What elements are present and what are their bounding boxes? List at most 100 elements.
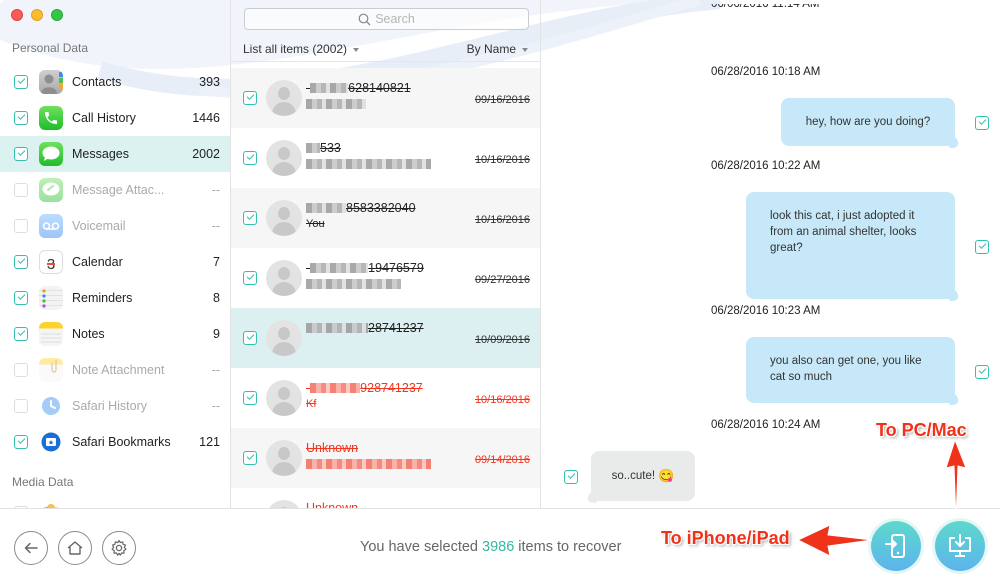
checkbox[interactable] bbox=[243, 271, 257, 285]
conversation-row[interactable]: Unknown bbox=[231, 488, 540, 509]
message-timestamp: 06/28/2016 10:18 AM bbox=[711, 66, 821, 78]
checkbox[interactable] bbox=[14, 399, 28, 413]
emoji-icon: 😋 bbox=[658, 468, 675, 483]
chevron-down-icon bbox=[353, 47, 360, 52]
annotation-to-computer: To PC/Mac bbox=[876, 420, 967, 440]
checkbox[interactable] bbox=[243, 331, 257, 345]
sidebar-item-calendar[interactable]: 3 Calendar 7 bbox=[0, 244, 230, 280]
conversation-row[interactable]: -928741237 Kf 10/16/2016 bbox=[231, 368, 540, 428]
app-window: Personal Data Contacts 393 Call History … bbox=[0, 0, 1000, 580]
preview-text: You bbox=[306, 218, 325, 230]
conversation-name: 533 bbox=[306, 140, 456, 155]
sidebar-item-message-attachments[interactable]: Message Attac... -- bbox=[0, 172, 230, 208]
name-suffix: 628140821 bbox=[348, 80, 411, 95]
checkbox[interactable] bbox=[14, 111, 28, 125]
message-checkbox[interactable] bbox=[975, 116, 989, 130]
search-input[interactable]: Search bbox=[244, 8, 529, 30]
home-icon bbox=[67, 541, 83, 555]
conversation-row[interactable]: -628140821 09/16/2016 bbox=[231, 68, 540, 128]
minimize-window-button[interactable] bbox=[31, 9, 43, 21]
sidebar-item-safari-history[interactable]: Safari History -- bbox=[0, 388, 230, 424]
checkbox[interactable] bbox=[14, 327, 28, 341]
checkbox[interactable] bbox=[14, 363, 28, 377]
message-checkbox[interactable] bbox=[975, 240, 989, 254]
sidebar-item-count: 121 bbox=[199, 435, 220, 449]
checkbox[interactable] bbox=[14, 183, 28, 197]
conversation-row[interactable]: -19476579 09/27/2016 bbox=[231, 248, 540, 308]
name-suffix: 19476579 bbox=[368, 260, 424, 275]
checkbox[interactable] bbox=[14, 255, 28, 269]
status-suffix: items to recover bbox=[514, 539, 622, 555]
sidebar-item-label: Reminders bbox=[72, 291, 133, 305]
checkbox[interactable] bbox=[243, 151, 257, 165]
conversation-date: 10/16/2016 bbox=[474, 214, 530, 226]
close-window-button[interactable] bbox=[11, 9, 23, 21]
message-bubble-outgoing: look this cat, i just adopted it from an… bbox=[746, 192, 955, 299]
maximize-window-button[interactable] bbox=[51, 9, 63, 21]
conversation-row[interactable]: 28741237 10/09/2016 bbox=[231, 308, 540, 368]
message-text: so..cute! bbox=[611, 470, 656, 482]
sidebar-item-call-history[interactable]: Call History 1446 bbox=[0, 100, 230, 136]
redacted-block bbox=[310, 82, 349, 93]
conversation-name: 8583382040 bbox=[306, 200, 456, 215]
recover-to-computer-button[interactable] bbox=[935, 521, 985, 571]
name-suffix: 928741237 bbox=[360, 380, 423, 395]
conversation-date: 09/16/2016 bbox=[474, 94, 530, 106]
sidebar: Personal Data Contacts 393 Call History … bbox=[0, 0, 231, 508]
footer-bar: You have selected 3986 items to recover bbox=[0, 508, 1000, 580]
checkbox[interactable] bbox=[14, 75, 28, 89]
arrow-left-icon bbox=[24, 542, 38, 554]
conversation-preview: Kf bbox=[306, 397, 456, 411]
sidebar-item-count: 393 bbox=[199, 75, 220, 89]
sidebar-item-label: Call History bbox=[72, 111, 136, 125]
name-prefix: Unknown bbox=[306, 500, 359, 509]
conversation-row[interactable]: 533 10/16/2016 bbox=[231, 128, 540, 188]
sidebar-item-label: Contacts bbox=[72, 75, 122, 89]
recover-to-device-button[interactable] bbox=[871, 521, 921, 571]
avatar bbox=[266, 380, 302, 416]
avatar bbox=[266, 440, 302, 476]
phone-icon bbox=[39, 106, 63, 130]
conversation-preview bbox=[306, 337, 456, 351]
sidebar-item-label: Notes bbox=[72, 327, 105, 341]
sidebar-item-reminders[interactable]: Reminders 8 bbox=[0, 280, 230, 316]
message-checkbox[interactable] bbox=[564, 470, 578, 484]
section-title-media-data: Media Data bbox=[12, 475, 74, 489]
preview-text: Kf bbox=[306, 398, 317, 410]
photos-icon bbox=[39, 501, 63, 508]
annotation-to-device: To iPhone/iPad bbox=[661, 528, 790, 548]
checkbox[interactable] bbox=[243, 391, 257, 405]
conversation-date: 10/16/2016 bbox=[474, 154, 530, 166]
home-button[interactable] bbox=[58, 531, 92, 565]
sidebar-item-notes[interactable]: Notes 9 bbox=[0, 316, 230, 352]
sidebar-item-voicemail[interactable]: Voicemail -- bbox=[0, 208, 230, 244]
checkbox[interactable] bbox=[14, 219, 28, 233]
sidebar-item-contacts[interactable]: Contacts 393 bbox=[0, 64, 230, 100]
checkbox[interactable] bbox=[243, 91, 257, 105]
voicemail-icon bbox=[39, 214, 63, 238]
message-timestamp: 06/28/2016 10:22 AM bbox=[711, 160, 821, 172]
checkbox[interactable] bbox=[14, 291, 28, 305]
filter-dropdown[interactable]: List all items (2002) bbox=[243, 42, 360, 56]
sidebar-item-safari-bookmarks[interactable]: Safari Bookmarks 121 bbox=[0, 424, 230, 460]
conversation-row[interactable]: 8583382040 You 10/16/2016 bbox=[231, 188, 540, 248]
sidebar-item-photos-partial[interactable] bbox=[0, 495, 230, 508]
notes-icon bbox=[39, 322, 63, 346]
conversation-row[interactable]: Unknown 09/14/2016 bbox=[231, 428, 540, 488]
conversation-date: 09/27/2016 bbox=[474, 274, 530, 286]
sort-dropdown[interactable]: By Name bbox=[467, 42, 528, 56]
back-button[interactable] bbox=[14, 531, 48, 565]
sidebar-item-messages[interactable]: Messages 2002 bbox=[0, 136, 230, 172]
message-text: hey, how are you doing? bbox=[805, 116, 931, 128]
settings-button[interactable] bbox=[102, 531, 136, 565]
message-bubble-outgoing: you also can get one, you like cat so mu… bbox=[746, 337, 955, 403]
checkbox[interactable] bbox=[243, 451, 257, 465]
conversation-name: -19476579 bbox=[306, 260, 456, 275]
checkbox[interactable] bbox=[14, 147, 28, 161]
message-checkbox[interactable] bbox=[975, 365, 989, 379]
redacted-block bbox=[310, 262, 369, 273]
checkbox[interactable] bbox=[14, 435, 28, 449]
sidebar-item-note-attachment[interactable]: Note Attachment -- bbox=[0, 352, 230, 388]
contacts-icon bbox=[39, 70, 63, 94]
checkbox[interactable] bbox=[243, 211, 257, 225]
